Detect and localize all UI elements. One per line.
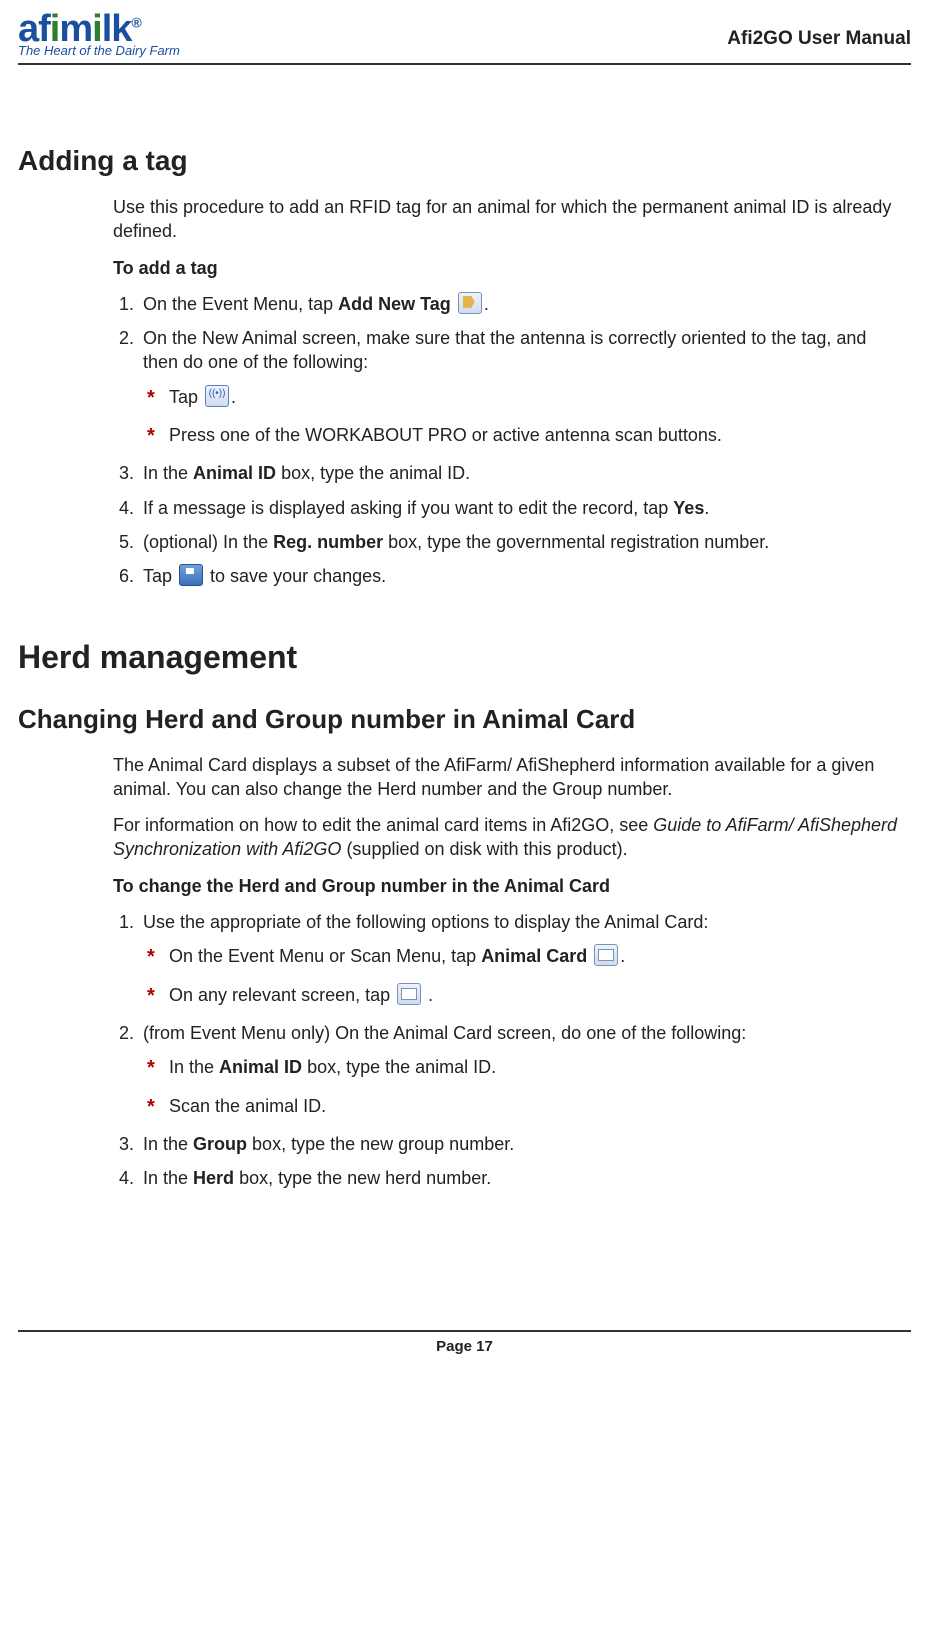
section-body-adding-tag: Use this procedure to add an RFID tag fo…	[113, 195, 901, 589]
document-title: Afi2GO User Manual	[727, 28, 911, 50]
substep: On any relevant screen, tap .	[169, 983, 901, 1007]
step-6: Tap to save your changes.	[139, 564, 901, 588]
paragraph: For information on how to edit the anima…	[113, 813, 901, 862]
substeps: Tap . Press one of the WORKABOUT PRO or …	[143, 385, 901, 448]
page-header: afimilk® The Heart of the Dairy Farm Afi…	[18, 10, 911, 65]
animal-card-icon	[594, 944, 618, 966]
step-1: Use the appropriate of the following opt…	[139, 910, 901, 1007]
section-heading-changing-herd-group: Changing Herd and Group number in Animal…	[18, 704, 911, 735]
steps-list: On the Event Menu, tap Add New Tag . On …	[113, 292, 901, 589]
step-4: If a message is displayed asking if you …	[139, 496, 901, 520]
intro-text: Use this procedure to add an RFID tag fo…	[113, 195, 901, 244]
step-2: (from Event Menu only) On the Animal Car…	[139, 1021, 901, 1118]
step-2: On the New Animal screen, make sure that…	[139, 326, 901, 447]
substeps: On the Event Menu or Scan Menu, tap Anim…	[143, 944, 901, 1007]
step-4: In the Herd box, type the new herd numbe…	[139, 1166, 901, 1190]
section-body-changing-herd-group: The Animal Card displays a subset of the…	[113, 753, 901, 1191]
substeps: In the Animal ID box, type the animal ID…	[143, 1055, 901, 1118]
step-5: (optional) In the Reg. number box, type …	[139, 530, 901, 554]
procedure-lead: To add a tag	[113, 256, 901, 280]
section-heading-herd-management: Herd management	[18, 639, 911, 676]
substep: In the Animal ID box, type the animal ID…	[169, 1055, 901, 1079]
substep: Press one of the WORKABOUT PRO or active…	[169, 423, 901, 447]
scan-icon	[205, 385, 229, 407]
substep: Tap .	[169, 385, 901, 409]
animal-card-icon	[397, 983, 421, 1005]
add-new-tag-icon	[458, 292, 482, 314]
steps-list: Use the appropriate of the following opt…	[113, 910, 901, 1190]
substep: On the Event Menu or Scan Menu, tap Anim…	[169, 944, 901, 968]
step-1: On the Event Menu, tap Add New Tag .	[139, 292, 901, 316]
section-heading-adding-tag: Adding a tag	[18, 145, 911, 177]
save-icon	[179, 564, 203, 586]
step-3: In the Group box, type the new group num…	[139, 1132, 901, 1156]
logo: afimilk® The Heart of the Dairy Farm	[18, 10, 180, 57]
logo-tagline: The Heart of the Dairy Farm	[18, 44, 180, 57]
step-3: In the Animal ID box, type the animal ID…	[139, 461, 901, 485]
page-footer: Page 17	[18, 1330, 911, 1355]
substep: Scan the animal ID.	[169, 1094, 901, 1118]
paragraph: The Animal Card displays a subset of the…	[113, 753, 901, 802]
procedure-lead: To change the Herd and Group number in t…	[113, 874, 901, 898]
